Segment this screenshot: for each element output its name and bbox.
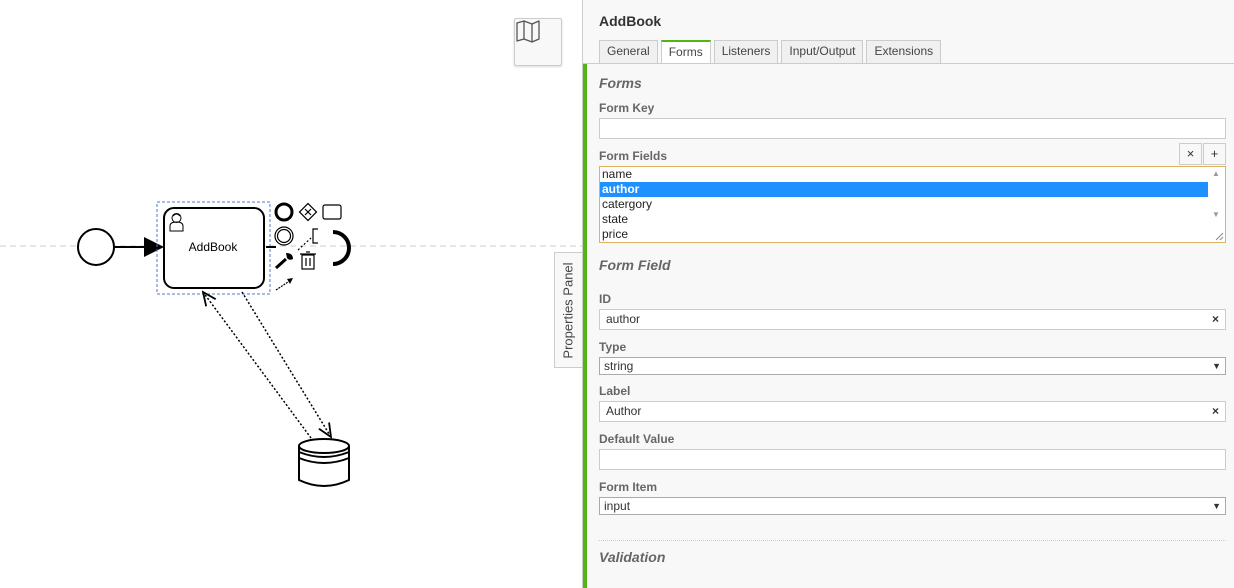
forms-section-title: Forms — [599, 75, 642, 91]
validation-section-title: Validation — [599, 549, 666, 565]
remove-form-field-button[interactable]: × — [1179, 143, 1202, 165]
tab-input-output[interactable]: Input/Output — [781, 40, 864, 63]
form-key-label: Form Key — [599, 101, 655, 115]
list-item[interactable]: name — [600, 167, 1209, 182]
section-divider — [599, 540, 1226, 541]
end-event-icon[interactable] — [274, 202, 294, 222]
list-item[interactable]: catergory — [600, 197, 1209, 212]
tab-extensions[interactable]: Extensions — [866, 40, 942, 63]
task-label: AddBook — [189, 240, 239, 254]
chevron-down-icon: ▼ — [1212, 361, 1221, 371]
connect-arrow-icon[interactable] — [275, 278, 293, 291]
properties-panel-toggle[interactable]: Properties Panel — [554, 252, 582, 368]
scroll-down-arrow-icon[interactable]: ▼ — [1212, 210, 1220, 219]
data-association-in[interactable] — [203, 292, 312, 439]
map-icon — [516, 20, 540, 43]
type-value: string — [604, 359, 634, 373]
id-value: author — [606, 312, 641, 326]
id-label: ID — [599, 292, 611, 306]
bpmn-canvas[interactable]: AddBook Properties Panel — [0, 0, 582, 588]
data-store[interactable] — [298, 438, 350, 487]
text-annotation-dots — [297, 237, 312, 251]
list-item-selected[interactable]: author — [600, 182, 1209, 197]
type-select[interactable]: string ▼ — [599, 357, 1226, 375]
form-item-value: input — [604, 499, 631, 513]
label-clear-icon[interactable]: × — [1212, 402, 1219, 421]
panel-tabs: General Forms Listeners Input/Output Ext… — [599, 40, 944, 64]
task-icon[interactable] — [322, 204, 342, 220]
text-annotation-icon[interactable] — [312, 228, 318, 244]
type-label: Type — [599, 340, 627, 354]
diagram-svg: AddBook — [0, 201, 582, 487]
list-item[interactable]: price — [600, 227, 1209, 242]
id-input[interactable]: author × — [599, 309, 1226, 330]
tab-listeners[interactable]: Listeners — [713, 40, 779, 63]
form-item-select[interactable]: input ▼ — [599, 497, 1226, 515]
resize-grip-icon[interactable] — [1215, 232, 1224, 241]
form-item-label: Form Item — [599, 480, 658, 494]
properties-panel: AddBook General Forms Listeners Input/Ou… — [582, 0, 1234, 588]
form-key-input[interactable] — [599, 118, 1226, 139]
form-fields-label: Form Fields — [599, 149, 668, 163]
default-value-input[interactable] — [599, 449, 1226, 470]
trash-icon[interactable] — [300, 251, 316, 270]
end-event[interactable] — [332, 230, 351, 266]
tab-general[interactable]: General — [599, 40, 658, 63]
tab-forms[interactable]: Forms — [660, 40, 711, 64]
wrench-icon[interactable] — [274, 253, 293, 270]
scroll-up-arrow-icon[interactable]: ▲ — [1212, 169, 1220, 178]
list-item[interactable]: state — [600, 212, 1209, 227]
minimap-toggle-button[interactable] — [514, 18, 562, 66]
listbox-scrollbar[interactable]: ▲ ▼ — [1208, 167, 1225, 242]
default-value-label: Default Value — [599, 432, 675, 446]
start-event[interactable] — [77, 228, 115, 266]
tabs-divider — [583, 63, 1234, 64]
field-label-value: Author — [606, 404, 642, 418]
properties-panel-toggle-label: Properties Panel — [561, 261, 576, 359]
field-label-input[interactable]: Author × — [599, 401, 1226, 422]
group-accent-bar — [583, 64, 587, 588]
add-form-field-button[interactable]: + — [1203, 143, 1226, 165]
id-clear-icon[interactable]: × — [1212, 310, 1219, 329]
field-label-label: Label — [599, 384, 631, 398]
chevron-down-icon: ▼ — [1212, 501, 1221, 511]
form-fields-listbox[interactable]: name author catergory state price ▲ ▼ — [599, 166, 1226, 243]
form-field-section-title: Form Field — [599, 257, 671, 273]
panel-title: AddBook — [599, 13, 662, 29]
data-association-out[interactable] — [241, 291, 331, 437]
